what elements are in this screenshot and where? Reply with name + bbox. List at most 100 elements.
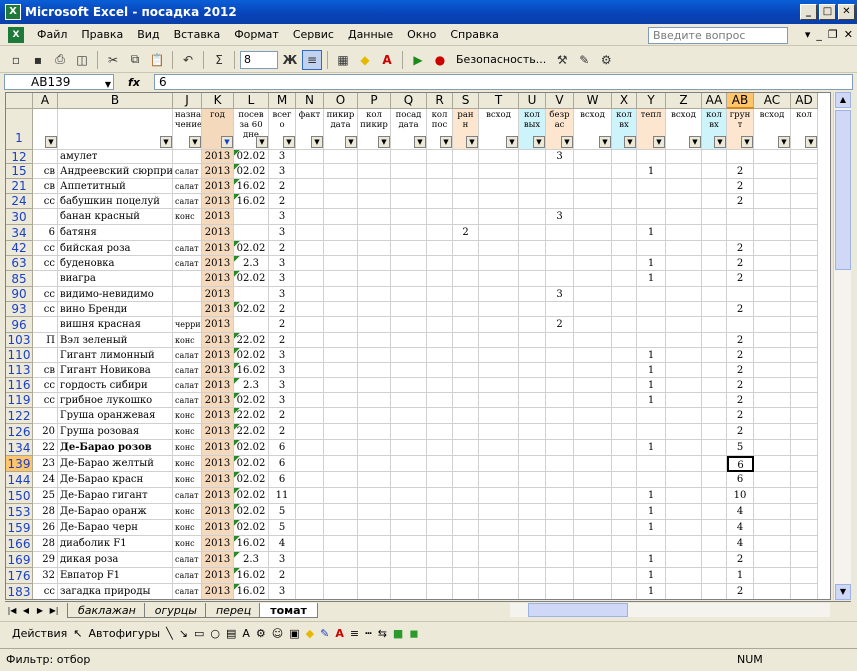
cell[interactable] [612, 348, 637, 363]
cell-B[interactable]: Де-Барао розов [58, 440, 173, 456]
cell-A[interactable]: сс [33, 584, 58, 599]
cell-M[interactable]: 3 [269, 393, 296, 408]
cell-K[interactable]: 2013 [202, 302, 234, 317]
cell[interactable] [427, 393, 453, 408]
cell-S[interactable] [453, 271, 479, 287]
row-header[interactable]: 169 [6, 552, 33, 568]
cell[interactable] [791, 302, 818, 317]
cell[interactable] [479, 209, 519, 225]
cell[interactable] [358, 194, 391, 209]
cell[interactable] [791, 209, 818, 225]
cell-Y[interactable]: 1 [637, 440, 666, 456]
cell[interactable] [666, 241, 702, 256]
cell-V[interactable] [546, 378, 574, 393]
cell-V[interactable]: 3 [546, 150, 574, 164]
menu-tools[interactable]: Сервис [286, 28, 341, 41]
row-header[interactable]: 159 [6, 520, 33, 536]
cell[interactable] [754, 209, 791, 225]
cell[interactable] [791, 520, 818, 536]
cell-S[interactable] [453, 241, 479, 256]
cell[interactable] [296, 504, 324, 520]
cell[interactable] [791, 241, 818, 256]
cell[interactable] [479, 456, 519, 472]
cell-A[interactable] [33, 150, 58, 164]
cell-L[interactable]: 02.02 [234, 456, 269, 472]
cell-J[interactable]: конс [173, 536, 202, 552]
cell-J[interactable]: конс [173, 408, 202, 424]
cell[interactable] [324, 584, 358, 599]
diagram-icon[interactable]: ⚙ [256, 627, 266, 640]
cell-A[interactable] [33, 408, 58, 424]
cell[interactable] [296, 488, 324, 504]
row-header[interactable]: 93 [6, 302, 33, 317]
vertical-scrollbar[interactable]: ▲ ▼ [833, 92, 851, 600]
column-header-Y[interactable]: Y [637, 93, 666, 109]
cell[interactable] [324, 456, 358, 472]
cell[interactable] [296, 440, 324, 456]
cell[interactable] [391, 271, 427, 287]
bold-button[interactable]: Ж [280, 50, 300, 70]
cell[interactable] [358, 472, 391, 488]
select-all-corner[interactable] [6, 93, 33, 109]
cell-J[interactable]: черри [173, 317, 202, 333]
cell[interactable] [574, 536, 612, 552]
tab-tomato[interactable]: томат [259, 602, 318, 618]
cell-K[interactable]: 2013 [202, 552, 234, 568]
autofilter-dropdown-icon[interactable]: ▼ [45, 136, 57, 148]
cell[interactable] [612, 520, 637, 536]
cell-K[interactable]: 2013 [202, 440, 234, 456]
cell[interactable] [358, 424, 391, 440]
cell[interactable] [519, 179, 546, 194]
cell-B[interactable]: банан красный [58, 209, 173, 225]
cell[interactable] [391, 225, 427, 241]
cell[interactable] [358, 393, 391, 408]
cell[interactable] [358, 333, 391, 348]
cell[interactable] [666, 302, 702, 317]
column-header-A[interactable]: A [33, 93, 58, 109]
cell[interactable] [574, 408, 612, 424]
cell[interactable] [324, 150, 358, 164]
cell-A[interactable]: 32 [33, 568, 58, 584]
cell[interactable] [702, 179, 727, 194]
cell-Y[interactable]: 1 [637, 348, 666, 363]
cell-J[interactable]: салат [173, 584, 202, 599]
cell-V[interactable] [546, 194, 574, 209]
cell[interactable] [479, 150, 519, 164]
arrow-icon[interactable]: ↘ [179, 627, 188, 640]
cell-Y[interactable] [637, 456, 666, 472]
cell[interactable] [479, 393, 519, 408]
cell-A[interactable]: 22 [33, 440, 58, 456]
cell[interactable] [666, 488, 702, 504]
cell[interactable] [427, 568, 453, 584]
cell-J[interactable]: салат [173, 194, 202, 209]
menu-data[interactable]: Данные [341, 28, 400, 41]
cell[interactable] [358, 488, 391, 504]
autofilter-dropdown-icon[interactable]: ▼ [653, 136, 665, 148]
cell-B[interactable]: гордость сибири [58, 378, 173, 393]
autofilter-dropdown-icon[interactable]: ▼ [689, 136, 701, 148]
cell-A[interactable] [33, 271, 58, 287]
cell-L[interactable]: 02.02 [234, 348, 269, 363]
autofilter-dropdown-icon[interactable]: ▼ [440, 136, 452, 148]
cell-J[interactable]: конс [173, 472, 202, 488]
cell-J[interactable]: конс [173, 209, 202, 225]
cell-Y[interactable] [637, 150, 666, 164]
cell[interactable] [391, 363, 427, 378]
function-icon[interactable]: fx [114, 76, 154, 89]
cell-K[interactable]: 2013 [202, 424, 234, 440]
cell[interactable] [519, 333, 546, 348]
cell-S[interactable] [453, 348, 479, 363]
cell[interactable] [791, 194, 818, 209]
cell[interactable] [296, 271, 324, 287]
cell[interactable] [296, 363, 324, 378]
cell[interactable] [702, 504, 727, 520]
column-header-U[interactable]: U [519, 93, 546, 109]
cell-M[interactable]: 11 [269, 488, 296, 504]
cell-A[interactable]: сс [33, 256, 58, 271]
cell-L[interactable]: 16.02 [234, 568, 269, 584]
row-header[interactable]: 103 [6, 333, 33, 348]
cell-K[interactable]: 2013 [202, 164, 234, 179]
cell-M[interactable]: 3 [269, 378, 296, 393]
cell-AB[interactable] [727, 287, 754, 302]
cell-M[interactable]: 3 [269, 552, 296, 568]
